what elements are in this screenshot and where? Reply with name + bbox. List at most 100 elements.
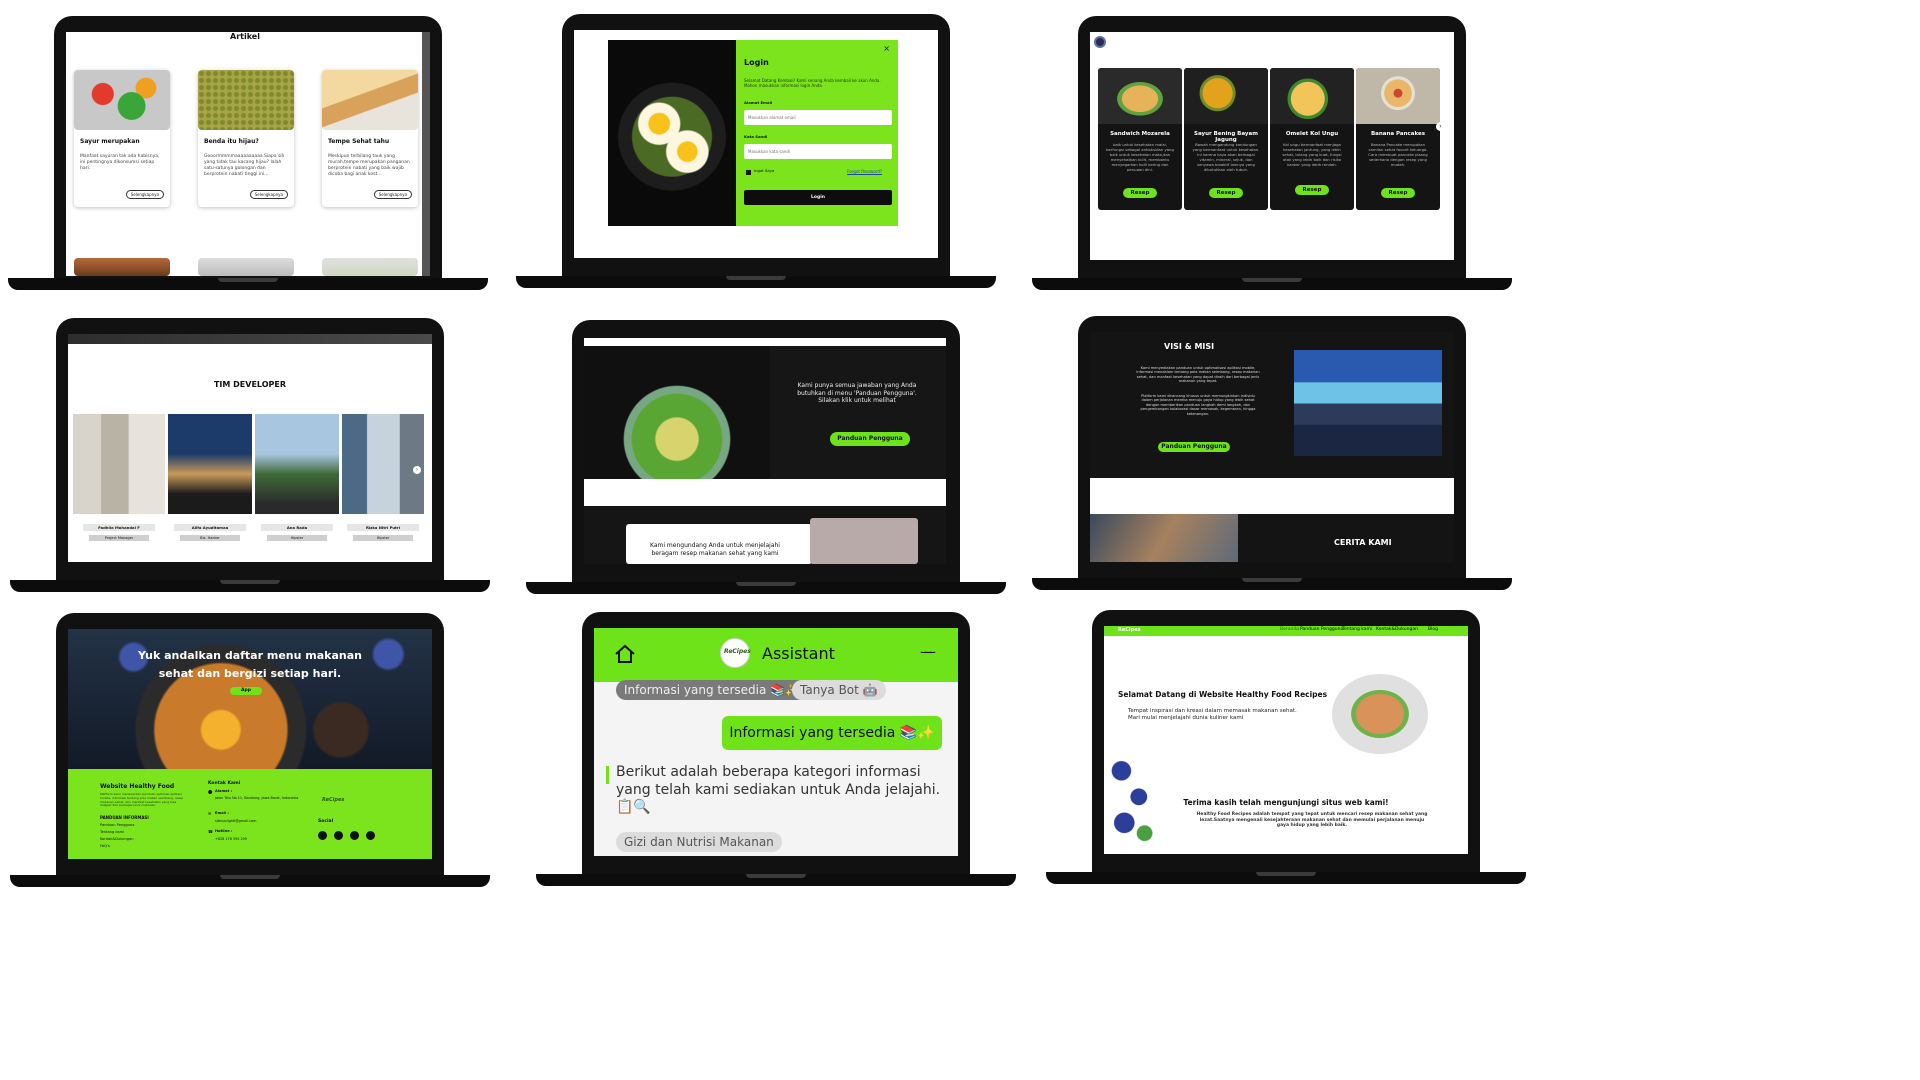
- article-card[interactable]: Benda itu hijau? Gooormmmmaaaaaaaaaa Sia…: [198, 70, 294, 207]
- invite-image: [810, 518, 918, 564]
- social-title: Social: [318, 819, 334, 824]
- remember-checkbox[interactable]: [746, 170, 751, 175]
- member-photo: [168, 414, 252, 514]
- green-beans-image: [198, 70, 294, 130]
- assistant-logo: ReCipes: [724, 648, 751, 655]
- minimize-icon[interactable]: —: [920, 642, 936, 662]
- close-icon[interactable]: ×: [883, 44, 890, 54]
- guide-links-title: PANDUAN INFORMASI: [100, 815, 149, 820]
- articles-screen: Artikel Sayur merupakan Manfaat sayuran …: [66, 32, 430, 276]
- footer-title: Website Healthy Food: [100, 783, 175, 790]
- info-category-chip[interactable]: Gizi dan Nutrisi Makanan: [616, 832, 782, 852]
- laptop-assistant: ReCipes Assistant — Informasi yang terse…: [536, 612, 1016, 888]
- quick-reply-chip[interactable]: Tanya Bot 🤖: [792, 680, 886, 700]
- address-label: Alamat :: [215, 789, 233, 793]
- quick-reply-chip[interactable]: Informasi yang tersedia 📚✨: [616, 680, 809, 700]
- next-arrow-icon[interactable]: ›: [1436, 122, 1445, 131]
- mockup-collage: Artikel Sayur merupakan Manfaat sayuran …: [0, 0, 1546, 895]
- footer-logo: ReCipes: [322, 797, 345, 803]
- whatsapp-icon[interactable]: [366, 831, 375, 840]
- home-icon[interactable]: [614, 644, 636, 664]
- nav-item-about[interactable]: Tentang kami: [1342, 627, 1372, 633]
- logo-icon: [1094, 36, 1106, 48]
- recipe-card[interactable]: Sandwich Mozarela baik untuk kesehatan m…: [1098, 68, 1182, 210]
- footer-desc: Platform kami menawarkan panduan optimas…: [100, 792, 184, 808]
- navbar: ReCipes Beranda Panduan Pengguna Tentang…: [1104, 626, 1468, 636]
- pancakes-image: [1356, 68, 1440, 124]
- vision-heading: VISI & MISI: [1164, 342, 1215, 351]
- welcome-text: Tempat inspirasi dan kreasi dalam memasa…: [1128, 708, 1297, 721]
- vegetables-image: [74, 70, 170, 130]
- recipe-button[interactable]: Resep: [1123, 188, 1157, 198]
- articles-heading: Artikel: [230, 32, 260, 41]
- welcome-screen: ReCipes Beranda Panduan Pengguna Tentang…: [1104, 626, 1468, 854]
- login-button[interactable]: Login: [744, 190, 892, 205]
- facebook-icon[interactable]: [318, 831, 327, 840]
- home-footer-screen: Yuk andalkan daftar menu makanan sehat d…: [68, 629, 432, 859]
- recipe-button[interactable]: Resep: [1381, 188, 1415, 198]
- email-field[interactable]: [744, 110, 892, 125]
- recipe-card[interactable]: Omelet Kol Ungu Kol ungu bermanfaat menj…: [1270, 68, 1354, 210]
- classroom-image: [1294, 350, 1442, 456]
- article-card[interactable]: Tempe Sehat tahu Meskipun terbilang tauk…: [322, 70, 418, 207]
- footer-link[interactable]: Kontak&Dukungan: [100, 837, 133, 841]
- member-role: Hipster: [353, 535, 413, 541]
- read-more-button[interactable]: Selengkapnya: [373, 190, 412, 199]
- welcome-title: Selamat Datang di Website Healthy Food R…: [1118, 690, 1328, 699]
- footer-link[interactable]: Panduan Pengguna: [100, 823, 135, 827]
- nav-item-guide[interactable]: Panduan Pengguna: [1300, 627, 1343, 633]
- recipe-desc: Bawah mengandung kandungan yang bermanfa…: [1192, 142, 1260, 172]
- login-screen: × Login Selamat Datang Kembali! Kami sen…: [574, 30, 938, 258]
- nav-item-home[interactable]: Beranda: [1280, 627, 1299, 633]
- nav-item-contact[interactable]: Kontak&Dukungan: [1376, 627, 1418, 633]
- recipe-card[interactable]: Sayur Bening Bayam Jagung Bawah mengandu…: [1184, 68, 1268, 210]
- team-hands-image: [1090, 514, 1238, 562]
- recipe-desc: Banana Pancake merupakan camilan sehat f…: [1368, 142, 1428, 167]
- article-image: [198, 258, 294, 276]
- recipe-button[interactable]: Resep: [1295, 185, 1329, 195]
- recipe-title: Banana Pancakes: [1370, 131, 1426, 137]
- next-arrow-icon[interactable]: ›: [413, 466, 421, 474]
- user-guide-button[interactable]: Panduan Pengguna: [1158, 442, 1230, 452]
- footer-link[interactable]: Tentang kami: [100, 830, 124, 834]
- read-more-button[interactable]: Selengkapnya: [249, 190, 288, 199]
- phone-text: +628 176 590 209: [215, 837, 247, 841]
- article-desc: Gooormmmmaaaaaaaaaa Siapa sih yang tidak…: [204, 154, 285, 177]
- avocado-toast-image: [608, 40, 736, 226]
- article-image: [322, 258, 418, 276]
- recipe-button[interactable]: Resep: [1209, 188, 1243, 198]
- assistant-screen: ReCipes Assistant — Informasi yang terse…: [594, 628, 958, 856]
- laptop-vision: VISI & MISI Kami menyediakan panduan unt…: [1032, 316, 1512, 592]
- email-icon: ✉: [208, 811, 212, 816]
- laptop-login: × Login Selamat Datang Kembali! Kami sen…: [516, 14, 996, 290]
- guide-screen: Kami punya semua jawaban yang Anda butuh…: [584, 338, 946, 564]
- assistant-header: ReCipes Assistant —: [594, 628, 958, 682]
- vision-para2: Platform kami dirancang khusus untuk mem…: [1140, 394, 1256, 416]
- article-card[interactable]: Sayur merupakan Manfaat sayuran tak ada …: [74, 70, 170, 207]
- user-message-bubble: Informasi yang tersedia 📚✨: [722, 716, 942, 750]
- laptop-articles: Artikel Sayur merupakan Manfaat sayuran …: [8, 16, 488, 291]
- recipe-card[interactable]: Banana Pancakes Banana Pancake merupakan…: [1356, 68, 1440, 210]
- member-photo: [342, 414, 424, 514]
- invite-text: Kami mengundang Anda untuk menjelajahi b…: [650, 542, 780, 557]
- login-title: Login: [744, 58, 769, 67]
- forgot-password-link[interactable]: Forgot Password?: [847, 169, 882, 174]
- member-role: Hipster: [267, 535, 327, 541]
- twitter-icon[interactable]: [334, 831, 343, 840]
- app-button[interactable]: App: [230, 687, 262, 695]
- tempeh-image: [322, 70, 418, 130]
- footer-link[interactable]: FAQ's: [100, 844, 110, 848]
- assistant-title: Assistant: [762, 644, 835, 663]
- read-more-button[interactable]: Selengkapnya: [125, 190, 164, 199]
- recipes-screen: Sandwich Mozarela baik untuk kesehatan m…: [1090, 32, 1454, 260]
- instagram-icon[interactable]: [350, 831, 359, 840]
- member-photo: [255, 414, 339, 514]
- password-field[interactable]: [744, 144, 892, 159]
- user-guide-button[interactable]: Panduan Pengguna: [830, 432, 910, 446]
- article-title: Benda itu hijau?: [204, 138, 259, 145]
- member-role: Biz. Hacker: [180, 535, 240, 541]
- laptop-guide: Kami punya semua jawaban yang Anda butuh…: [526, 320, 1006, 596]
- team-heading: TIM DEVELOPER: [213, 380, 287, 389]
- nav-item-blog[interactable]: Blog: [1428, 627, 1438, 633]
- hero-headline-1: Yuk andalkan daftar menu makanan: [137, 649, 362, 662]
